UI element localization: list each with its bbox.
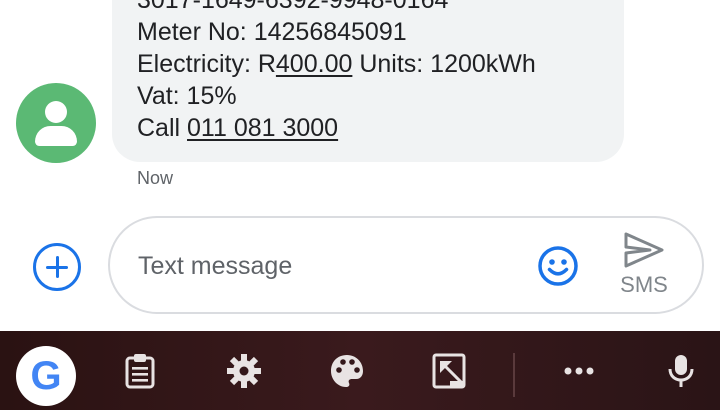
emoji-icon: [538, 246, 578, 286]
keyboard-toolbar: [0, 331, 720, 410]
palette-icon[interactable]: [327, 351, 367, 391]
message-line: Electricity: R400.00 Units: 1200kWh: [137, 48, 536, 80]
message-line: Call 011 081 3000: [137, 112, 536, 144]
person-icon-body: [35, 126, 77, 146]
google-search-button[interactable]: G: [16, 346, 76, 406]
message-text-span: Meter No: 14256845091: [137, 18, 407, 46]
message-text-span: Call: [137, 114, 188, 142]
message-timestamp: Now: [137, 168, 174, 188]
resize-keyboard-icon[interactable]: [430, 351, 470, 391]
microphone-icon[interactable]: [661, 351, 701, 391]
add-attachment-button[interactable]: [33, 243, 81, 291]
message-line: 3017-1649-6392-9948-0164: [137, 0, 536, 16]
emoji-button[interactable]: [537, 245, 579, 287]
send-icon: [624, 232, 664, 268]
message-line: Meter No: 14256845091: [137, 16, 536, 48]
google-g-icon: G: [30, 354, 62, 398]
more-icon[interactable]: [559, 351, 599, 391]
send-sms-button[interactable]: SMS: [612, 230, 676, 304]
message-line: Vat: 15%: [137, 80, 536, 112]
message-text-span: Electricity: R: [137, 50, 276, 78]
message-text: 3017-1649-6392-9948-0164 Meter No: 142568…: [137, 0, 536, 144]
person-icon: [45, 101, 67, 123]
message-link[interactable]: 400.00: [276, 50, 352, 78]
contact-avatar[interactable]: [16, 83, 96, 163]
text-message-input[interactable]: [138, 249, 518, 283]
clipboard-icon[interactable]: [120, 351, 160, 391]
message-text-span: 3017-1649-6392-9948-0164: [137, 0, 449, 14]
toolbar-divider: [513, 353, 515, 397]
settings-gear-icon[interactable]: [224, 351, 264, 391]
send-label: SMS: [620, 272, 668, 297]
message-text-span: Vat: 15%: [137, 82, 237, 110]
message-text-span: Units: 1200kWh: [352, 50, 536, 78]
message-link[interactable]: 011 081 3000: [187, 114, 338, 142]
